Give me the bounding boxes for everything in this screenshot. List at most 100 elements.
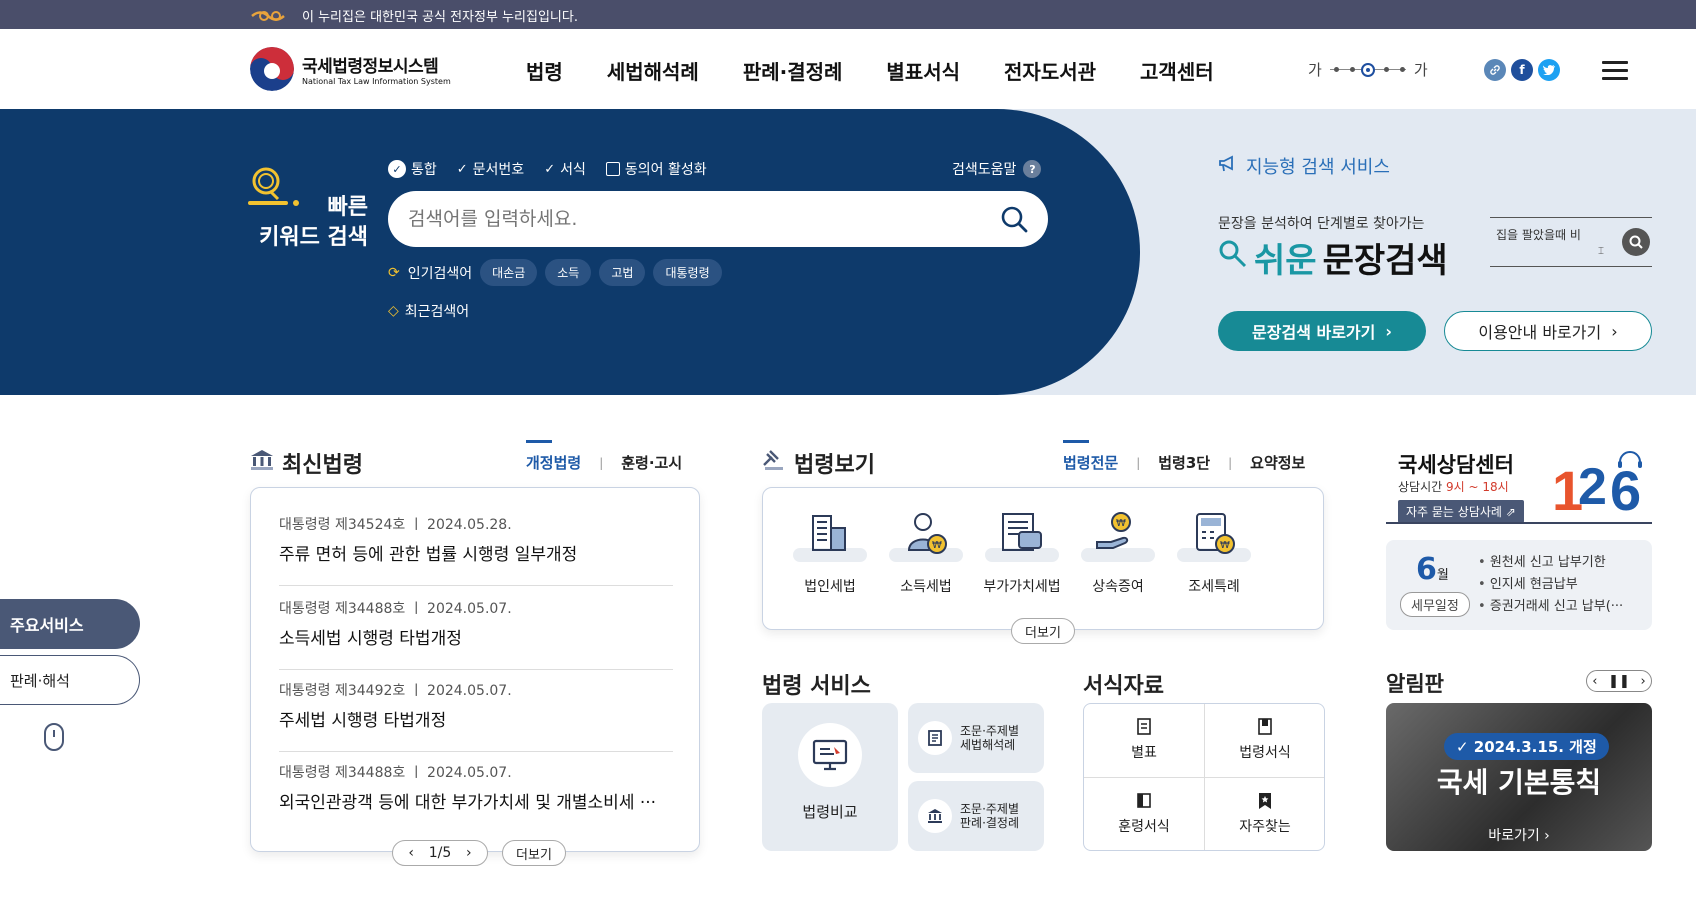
law-view-more-button[interactable]: 더보기	[1011, 618, 1075, 644]
notebook-icon	[1137, 793, 1151, 808]
search-box	[388, 191, 1048, 247]
faq-link[interactable]: 자주 묻는 상담사례 ⇗	[1398, 500, 1524, 523]
notice-banner[interactable]: ✓ 2024.3.15. 개정 국세 기본통칙 바로가기 ›	[1386, 703, 1652, 851]
key-search-icon	[1218, 238, 1248, 278]
schedule-item[interactable]: 인지세 현금납부	[1478, 574, 1644, 596]
nav-laws[interactable]: 법령	[526, 56, 563, 85]
font-size-knob[interactable]	[1360, 62, 1375, 77]
keyword-tag[interactable]: 소득	[545, 259, 592, 286]
option-forms[interactable]: ✓ 서식	[544, 159, 586, 179]
tab-full-text[interactable]: 법령전문	[1063, 440, 1118, 473]
latest-laws-card: 대통령령 제34524호 ㅣ 2024.05.28. 주류 면허 등에 관한 법…	[250, 487, 700, 852]
nav-library[interactable]: 전자도서관	[1004, 56, 1096, 85]
keyword-tag[interactable]: 대손금	[480, 259, 538, 286]
search-icon[interactable]	[1000, 205, 1028, 233]
law-compare-button[interactable]: 법령비교	[762, 703, 898, 851]
usage-guide-button[interactable]: 이용안내 바로가기 ›	[1444, 311, 1652, 351]
tab-three-column[interactable]: 법령3단	[1158, 452, 1210, 473]
menu-icon[interactable]	[1602, 61, 1628, 81]
consult-center-title: 국세상담센터	[1398, 453, 1514, 477]
forms-appendix[interactable]: 별표	[1084, 718, 1204, 762]
chevron-right-icon[interactable]: ›	[466, 845, 472, 861]
keyword-tag[interactable]: 대통령령	[653, 259, 722, 286]
search-input[interactable]	[408, 205, 968, 233]
quick-search-panel: 빠른 키워드 검색 ✓ 통합 ✓ 문서번호 ✓ 서식 동의어 활성화 검색도움말 ? …	[0, 109, 1140, 395]
tab-directives[interactable]: 훈령·고시	[621, 452, 682, 473]
recent-keywords[interactable]: ◇ 최근검색어	[388, 301, 469, 321]
font-size-slider[interactable]	[1329, 61, 1406, 79]
latest-laws-title: 최신법령	[250, 447, 363, 479]
sentence-search-field[interactable]: 집을 팔았을때 비 ⌶	[1490, 217, 1652, 267]
law-vat[interactable]: 부가가치세법	[977, 508, 1067, 596]
nav-precedents[interactable]: 판례·결정례	[743, 56, 843, 85]
schedule-item[interactable]: 원천세 신고 납부기한	[1478, 552, 1644, 574]
check-icon: ✓	[1456, 738, 1474, 756]
law-list-item[interactable]: 대통령령 제34524호 ㅣ 2024.05.28. 주류 면허 등에 관한 법…	[279, 514, 673, 586]
tag-icon: ◇	[388, 303, 399, 319]
font-size-large-label[interactable]: 가	[1414, 59, 1428, 80]
check-circle-icon: ✓	[388, 160, 406, 178]
precedents-by-article-button[interactable]: 조문·주제별 판례·결정례	[908, 781, 1044, 851]
schedule-list: 원천세 신고 납부기한 인지세 현금납부 증권거래세 신고 납부(···	[1478, 552, 1644, 618]
nav-interpretations[interactable]: 세법해석례	[607, 56, 699, 85]
forms-law-forms[interactable]: 법령서식	[1205, 718, 1325, 762]
facebook-icon[interactable]: f	[1511, 59, 1533, 81]
law-list-item[interactable]: 대통령령 제34488호 ㅣ 2024.05.07. 외국인관광객 등에 대한 …	[279, 762, 673, 822]
law-corporate-tax[interactable]: 법인세법	[785, 508, 875, 596]
check-icon: ✓	[544, 161, 556, 177]
option-doc-number[interactable]: ✓ 문서번호	[457, 159, 524, 179]
nav-forms[interactable]: 별표서식	[886, 56, 960, 85]
person-coin-icon: ₩	[889, 508, 963, 562]
svg-text:6: 6	[1610, 459, 1641, 518]
twitter-icon[interactable]	[1538, 59, 1560, 81]
link-icon[interactable]	[1484, 59, 1506, 81]
gavel-icon	[762, 449, 786, 477]
hero-section: 빠른 키워드 검색 ✓ 통합 ✓ 문서번호 ✓ 서식 동의어 활성화 검색도움말 ? …	[0, 109, 1696, 395]
forms-directive-forms[interactable]: 훈령서식	[1084, 792, 1204, 836]
option-synonym[interactable]: 동의어 활성화	[605, 159, 707, 179]
law-list-item[interactable]: 대통령령 제34488호 ㅣ 2024.05.07. 소득세법 시행령 타법개정	[279, 598, 673, 670]
courthouse-icon	[918, 799, 952, 833]
sns-links: f	[1484, 59, 1560, 81]
side-quick-menu: 주요서비스 판례·해석	[0, 599, 140, 751]
chevron-right-icon: ›	[1385, 321, 1392, 341]
notice-go-link[interactable]: 바로가기 ›	[1386, 825, 1652, 845]
chevron-right-icon[interactable]: ›	[1640, 674, 1645, 689]
option-all[interactable]: ✓ 통합	[388, 159, 437, 179]
chevron-left-icon[interactable]: ‹	[1592, 674, 1597, 689]
chevron-left-icon[interactable]: ‹	[408, 845, 414, 861]
tab-revised-laws[interactable]: 개정법령	[526, 440, 581, 473]
building-chart-icon	[793, 508, 867, 562]
sentence-search-icon[interactable]	[1622, 228, 1650, 256]
taeguk-logo-icon	[250, 47, 294, 91]
law-list-item[interactable]: 대통령령 제34492호 ㅣ 2024.05.07. 주세법 시행령 타법개정	[279, 680, 673, 752]
schedule-item[interactable]: 증권거래세 신고 납부(···	[1478, 596, 1644, 618]
schedule-month: 6월	[1416, 552, 1449, 587]
popular-keywords: ⟳ 인기검색어 대손금 소득 고법 대통령령	[388, 259, 722, 286]
side-cases[interactable]: 판례·해석	[0, 655, 140, 705]
calculator-icon: ₩	[1177, 508, 1251, 562]
sentence-search-button[interactable]: 문장검색 바로가기 ›	[1218, 311, 1426, 351]
header: 국세법령정보시스템 National Tax Law Information S…	[0, 29, 1696, 109]
notice-headline: 국세 기본통칙	[1436, 766, 1602, 799]
svg-text:₩: ₩	[1220, 540, 1230, 551]
tab-summary[interactable]: 요약정보	[1250, 452, 1305, 473]
interpretations-by-article-button[interactable]: 조문·주제별 세법해석례	[908, 703, 1044, 773]
ai-search-headline: 쉬운 문장검색	[1218, 233, 1448, 282]
law-tax-special[interactable]: ₩ 조세특례	[1169, 508, 1259, 596]
site-logo[interactable]: 국세법령정보시스템 National Tax Law Information S…	[250, 47, 451, 91]
law-income-tax[interactable]: ₩ 소득세법	[881, 508, 971, 596]
law-view-card: 법인세법 ₩ 소득세법 부가가치세법 ₩ 상속증여 ₩ 조세특례	[762, 487, 1324, 630]
nav-customer-center[interactable]: 고객센터	[1140, 56, 1214, 85]
keyword-tag[interactable]: 고법	[599, 259, 646, 286]
notice-badge: ✓ 2024.3.15. 개정	[1444, 733, 1609, 760]
law-inheritance-gift[interactable]: ₩ 상속증여	[1073, 508, 1163, 596]
checkbox[interactable]	[605, 162, 620, 176]
pause-icon[interactable]: ❚❚	[1608, 674, 1630, 689]
font-size-control: 가 가	[1308, 59, 1428, 80]
latest-laws-more-button[interactable]: 더보기	[502, 840, 566, 866]
side-main-services[interactable]: 주요서비스	[0, 599, 140, 649]
search-help[interactable]: 검색도움말 ?	[952, 159, 1042, 179]
font-size-small-label[interactable]: 가	[1308, 59, 1322, 80]
forms-frequent[interactable]: 자주찾는	[1205, 792, 1325, 836]
